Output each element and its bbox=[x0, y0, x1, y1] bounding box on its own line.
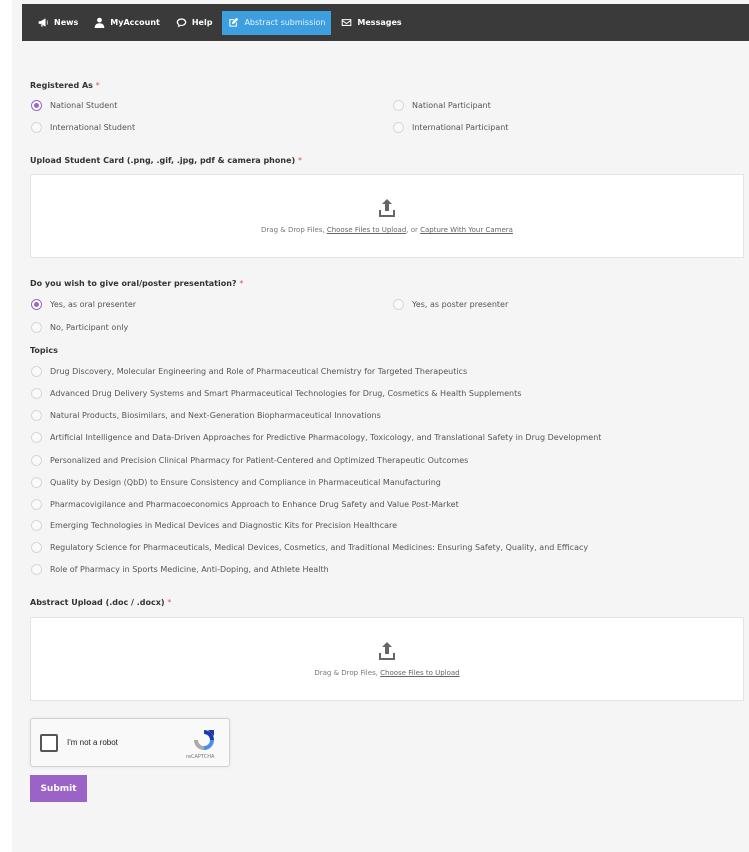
radio-circle[interactable] bbox=[31, 499, 42, 510]
radio-label: Role of Pharmacy in Sports Medicine, Ant… bbox=[50, 565, 329, 574]
radio-label: Natural Products, Biosimilars, and Next-… bbox=[50, 411, 381, 420]
abstract-dropzone[interactable]: Drag & Drop Files, Choose Files to Uploa… bbox=[30, 617, 744, 701]
radio-circle[interactable] bbox=[31, 388, 42, 399]
upload-icon bbox=[379, 199, 395, 217]
dropzone-text: Drag & Drop Files, Choose Files to Uploa… bbox=[314, 669, 459, 677]
recaptcha-widget: I'm not a robot reCAPTCHA bbox=[30, 718, 230, 767]
topics-label: Topics bbox=[30, 346, 58, 355]
required-mark: * bbox=[167, 598, 172, 607]
radio-oral-presenter[interactable]: Yes, as oral presenter bbox=[31, 299, 136, 310]
radio-circle[interactable] bbox=[31, 100, 42, 111]
radio-circle[interactable] bbox=[31, 122, 42, 133]
radio-label: Quality by Design (QbD) to Ensure Consis… bbox=[50, 478, 441, 487]
abstract-upload-text: Abstract Upload (.doc / .docx) bbox=[30, 598, 165, 607]
topic-option[interactable]: Advanced Drug Delivery Systems and Smart… bbox=[31, 388, 521, 399]
recaptcha-label: I'm not a robot bbox=[67, 738, 118, 747]
topic-option[interactable]: Role of Pharmacy in Sports Medicine, Ant… bbox=[31, 564, 329, 575]
radio-poster-presenter[interactable]: Yes, as poster presenter bbox=[393, 299, 508, 310]
radio-international-participant[interactable]: International Participant bbox=[393, 122, 508, 133]
megaphone-icon bbox=[38, 18, 48, 27]
topic-option[interactable]: Regulatory Science for Pharmaceuticals, … bbox=[31, 542, 588, 553]
radio-international-student[interactable]: International Student bbox=[31, 122, 135, 133]
recaptcha-logo-icon bbox=[194, 730, 214, 750]
presentation-question-text: Do you wish to give oral/poster presenta… bbox=[30, 279, 237, 288]
radio-circle[interactable] bbox=[31, 477, 42, 488]
edit-icon bbox=[229, 17, 239, 27]
submit-button[interactable]: Submit bbox=[30, 775, 87, 802]
radio-label: Yes, as poster presenter bbox=[412, 300, 509, 309]
radio-label: Regulatory Science for Pharmaceuticals, … bbox=[50, 543, 589, 552]
radio-national-participant[interactable]: National Participant bbox=[393, 100, 491, 111]
topic-option[interactable]: Pharmacovigilance and Pharmacoeconomics … bbox=[31, 499, 459, 510]
radio-circle[interactable] bbox=[31, 366, 42, 377]
radio-circle[interactable] bbox=[393, 100, 404, 111]
radio-label: Personalized and Precision Clinical Phar… bbox=[50, 456, 469, 465]
nav-item-label: News bbox=[54, 18, 79, 27]
radio-circle[interactable] bbox=[393, 299, 404, 310]
nav-item-help[interactable]: Help bbox=[170, 11, 219, 35]
topic-option[interactable]: Quality by Design (QbD) to Ensure Consis… bbox=[31, 477, 441, 488]
upload-student-card-text: Upload Student Card (.png, .gif, .jpg, p… bbox=[30, 156, 296, 165]
radio-circle[interactable] bbox=[31, 542, 42, 553]
radio-label: Drug Discovery, Molecular Engineering an… bbox=[50, 367, 468, 376]
radio-label: Emerging Technologies in Medical Devices… bbox=[50, 521, 398, 530]
nav-item-news[interactable]: News bbox=[32, 11, 84, 35]
nav-item-label: Abstract submission bbox=[244, 18, 326, 27]
nav-item-label: Help bbox=[191, 18, 213, 27]
radio-label: International Student bbox=[50, 123, 136, 132]
radio-circle[interactable] bbox=[31, 520, 42, 531]
dropzone-prefix: Drag & Drop Files, bbox=[261, 226, 325, 234]
choose-files-link[interactable]: Choose Files to Upload bbox=[327, 226, 406, 234]
nav-item-messages[interactable]: Messages bbox=[335, 11, 407, 35]
topic-option[interactable]: Natural Products, Biosimilars, and Next-… bbox=[31, 410, 381, 421]
dropzone-prefix: Drag & Drop Files, bbox=[314, 669, 378, 677]
choose-files-link[interactable]: Choose Files to Upload bbox=[380, 669, 459, 677]
radio-circle[interactable] bbox=[31, 322, 42, 333]
radio-label: National Participant bbox=[412, 101, 491, 110]
required-mark: * bbox=[95, 81, 100, 90]
chat-icon bbox=[176, 18, 187, 28]
student-card-dropzone[interactable]: Drag & Drop Files, Choose Files to Uploa… bbox=[30, 174, 744, 258]
radio-national-student[interactable]: National Student bbox=[31, 100, 117, 111]
radio-label: National Student bbox=[50, 101, 118, 110]
nav-item-abstract-submission[interactable]: Abstract submission bbox=[222, 10, 332, 35]
topics-text: Topics bbox=[30, 346, 58, 355]
radio-participant-only[interactable]: No, Participant only bbox=[31, 322, 128, 333]
top-navigation-bar: News MyAccount Help Abstract submission … bbox=[22, 4, 749, 41]
topic-option[interactable]: Artificial Intelligence and Data-Driven … bbox=[31, 432, 601, 443]
capture-camera-link[interactable]: Capture With Your Camera bbox=[420, 226, 513, 234]
required-mark: * bbox=[239, 279, 244, 288]
dropzone-text: Drag & Drop Files, Choose Files to Uploa… bbox=[261, 226, 513, 234]
recaptcha-checkbox[interactable] bbox=[40, 734, 58, 752]
upload-icon bbox=[379, 642, 395, 660]
upload-student-card-label: Upload Student Card (.png, .gif, .jpg, p… bbox=[30, 156, 302, 165]
nav-item-label: Messages bbox=[357, 18, 402, 27]
radio-label: No, Participant only bbox=[50, 323, 129, 332]
topic-option[interactable]: Emerging Technologies in Medical Devices… bbox=[31, 520, 397, 531]
topic-option[interactable]: Personalized and Precision Clinical Phar… bbox=[31, 455, 468, 466]
abstract-upload-label: Abstract Upload (.doc / .docx) * bbox=[30, 598, 171, 607]
radio-label: Artificial Intelligence and Data-Driven … bbox=[50, 433, 602, 442]
radio-circle[interactable] bbox=[31, 299, 42, 310]
radio-label: International Participant bbox=[412, 123, 509, 132]
topic-option[interactable]: Drug Discovery, Molecular Engineering an… bbox=[31, 366, 467, 377]
dropzone-or: , or bbox=[406, 226, 418, 234]
user-icon bbox=[94, 17, 105, 28]
nav-item-myaccount[interactable]: MyAccount bbox=[88, 11, 166, 35]
radio-circle[interactable] bbox=[31, 410, 42, 421]
radio-circle[interactable] bbox=[31, 455, 42, 466]
registered-as-text: Registered As bbox=[30, 81, 93, 90]
radio-label: Advanced Drug Delivery Systems and Smart… bbox=[50, 389, 522, 398]
envelope-icon bbox=[342, 19, 352, 26]
registered-as-label: Registered As * bbox=[30, 81, 100, 90]
radio-circle[interactable] bbox=[393, 122, 404, 133]
required-mark: * bbox=[297, 156, 302, 165]
nav-item-label: MyAccount bbox=[110, 18, 160, 27]
recaptcha-brand: reCAPTCHA bbox=[186, 754, 215, 760]
radio-circle[interactable] bbox=[31, 432, 42, 443]
presentation-question-label: Do you wish to give oral/poster presenta… bbox=[30, 279, 243, 288]
radio-circle[interactable] bbox=[31, 564, 42, 575]
radio-label: Pharmacovigilance and Pharmacoeconomics … bbox=[50, 500, 459, 509]
radio-label: Yes, as oral presenter bbox=[50, 300, 137, 309]
